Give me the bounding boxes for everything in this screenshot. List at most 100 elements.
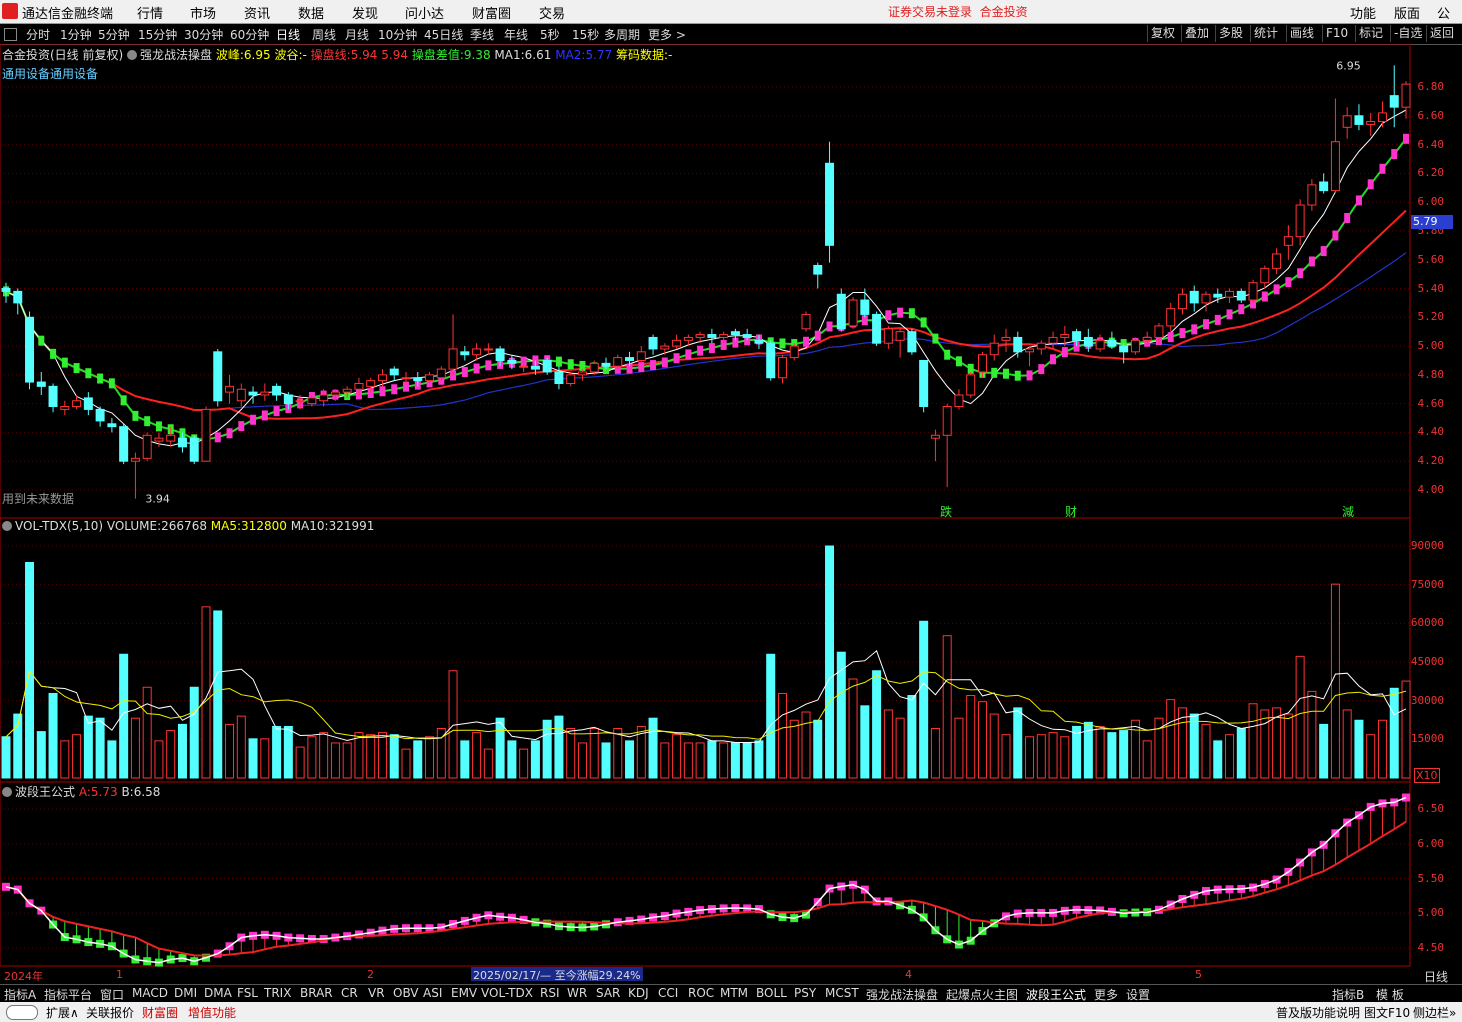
volume-indicator-name[interactable]: VOL-TDX(5,10) xyxy=(15,519,103,533)
toolbar-button-7[interactable]: -自选 xyxy=(1390,25,1425,42)
sidebar-button[interactable]: 侧边栏» xyxy=(1413,1004,1456,1021)
right-menu-item-1[interactable]: 版面 xyxy=(1394,3,1420,22)
toolbar-button-5[interactable]: F10 xyxy=(1322,25,1351,42)
candle-body xyxy=(201,408,211,462)
trend-block xyxy=(1026,370,1033,381)
period-tab-6[interactable]: 日线 xyxy=(276,26,300,43)
toolbar-button-2[interactable]: 多股 xyxy=(1215,25,1246,42)
indicator-tab-10[interactable]: VR xyxy=(368,986,385,1000)
wave-indicator-name[interactable]: 波段王公式 xyxy=(15,785,75,799)
fortune-button[interactable]: 财富圈 xyxy=(142,1004,178,1021)
volume-bar xyxy=(1307,690,1317,779)
indicator-tab-1[interactable]: 指标平台 xyxy=(44,986,92,1003)
indicator-tab-14[interactable]: VOL-TDX xyxy=(481,986,533,1000)
indicator-tab-16[interactable]: WR xyxy=(567,986,587,1000)
indicator-tab-right-0[interactable]: 指标B xyxy=(1332,986,1364,1003)
period-tab-13[interactable]: 5秒 xyxy=(540,26,560,43)
period-tab-12[interactable]: 年线 xyxy=(504,26,528,43)
period-tab-14[interactable]: 15秒 xyxy=(572,26,599,43)
toggle-switch[interactable] xyxy=(6,1005,38,1020)
period-tab-2[interactable]: 5分钟 xyxy=(98,26,130,43)
vas-button[interactable]: 增值功能 xyxy=(188,1004,236,1021)
menu-item-1[interactable]: 市场 xyxy=(190,3,216,22)
period-tab-16[interactable]: 更多 > xyxy=(648,26,686,43)
menu-item-6[interactable]: 财富圈 xyxy=(472,3,511,22)
indicator-tab-27[interactable]: 波段王公式 xyxy=(1026,986,1086,1003)
indicator-tab-13[interactable]: EMV xyxy=(451,986,477,1000)
toolbar-button-3[interactable]: 统计 xyxy=(1250,25,1281,42)
current-price-tag: 5.79 xyxy=(1411,215,1453,229)
menu-item-5[interactable]: 问小达 xyxy=(405,3,444,22)
expand-button[interactable]: 扩展∧ xyxy=(46,1004,79,1021)
menu-item-3[interactable]: 数据 xyxy=(298,3,324,22)
candle-body xyxy=(895,331,905,341)
indicator-tab-23[interactable]: PSY xyxy=(794,986,816,1000)
menu-item-2[interactable]: 资讯 xyxy=(244,3,270,22)
indicator-tab-25[interactable]: 强龙战法操盘 xyxy=(866,986,938,1003)
volume-tick-3: 45000 xyxy=(1410,655,1444,668)
indicator-tab-3[interactable]: MACD xyxy=(132,986,168,1000)
indicator-tab-20[interactable]: ROC xyxy=(688,986,714,1000)
period-tab-8[interactable]: 月线 xyxy=(345,26,369,43)
toolbar-button-1[interactable]: 叠加 xyxy=(1181,25,1212,42)
period-tab-7[interactable]: 周线 xyxy=(312,26,336,43)
indicator-tab-15[interactable]: RSI xyxy=(540,986,560,1000)
period-tab-1[interactable]: 1分钟 xyxy=(60,26,92,43)
period-tab-11[interactable]: 季线 xyxy=(470,26,494,43)
indicator-tab-24[interactable]: MCST xyxy=(825,986,859,1000)
candle-body xyxy=(295,400,305,403)
menu-item-4[interactable]: 发现 xyxy=(352,3,378,22)
indicator-tab-6[interactable]: FSL xyxy=(237,986,258,1000)
period-tab-9[interactable]: 10分钟 xyxy=(378,26,417,43)
indicator-tab-21[interactable]: MTM xyxy=(720,986,748,1000)
period-tab-5[interactable]: 60分钟 xyxy=(230,26,269,43)
volume-menu-icon[interactable] xyxy=(2,521,12,531)
trend-block xyxy=(1179,328,1186,339)
right-menu-item-0[interactable]: 功能 xyxy=(1350,3,1376,22)
period-tab-3[interactable]: 15分钟 xyxy=(138,26,177,43)
toolbar-button-0[interactable]: 复权 xyxy=(1147,25,1178,42)
indicator-tab-18[interactable]: KDJ xyxy=(628,986,649,1000)
menu-item-7[interactable]: 交易 xyxy=(539,3,565,22)
volume-bar xyxy=(25,561,35,779)
indicator-tab-17[interactable]: SAR xyxy=(596,986,620,1000)
related-quotes-button[interactable]: 关联报价 xyxy=(86,1004,134,1021)
toolbar-button-8[interactable]: 返回 xyxy=(1426,25,1457,42)
period-tab-0[interactable]: 分时 xyxy=(26,26,50,43)
indicator-tab-8[interactable]: BRAR xyxy=(300,986,333,1000)
f10-button[interactable]: 图文F10 xyxy=(1364,1004,1410,1021)
indicator-tabs: 指标A 指标平台 窗口 MACD DMI DMA FSL TRIX BRAR CR VR OBV ASI… xyxy=(0,984,1462,1003)
indicator-tab-12[interactable]: ASI xyxy=(423,986,442,1000)
login-notice[interactable]: 证券交易未登录 合金投资 xyxy=(888,3,1028,20)
indicator-tab-26[interactable]: 起爆点火主图 xyxy=(946,986,1018,1003)
trend-block xyxy=(108,378,115,389)
toolbar-button-6[interactable]: 标记 xyxy=(1355,25,1386,42)
indicator-tab-19[interactable]: CCI xyxy=(658,986,678,1000)
indicator-tab-11[interactable]: OBV xyxy=(393,986,419,1000)
wave-menu-icon[interactable] xyxy=(2,787,12,797)
period-tab-10[interactable]: 45日线 xyxy=(424,26,463,43)
indicator-tab-28[interactable]: 更多 xyxy=(1094,986,1118,1003)
menu-item-0[interactable]: 行情 xyxy=(137,3,163,22)
candle-body xyxy=(566,374,576,384)
chart-area[interactable]: 6.95 3.94 xyxy=(0,44,1462,984)
window-toggle-icon[interactable] xyxy=(4,28,17,41)
indicator-tab-0[interactable]: 指标A xyxy=(4,986,36,1003)
indicator-tab-4[interactable]: DMI xyxy=(174,986,197,1000)
trend-block xyxy=(885,310,892,321)
period-tab-15[interactable]: 多周期 xyxy=(604,26,640,43)
indicator-tab-22[interactable]: BOLL xyxy=(756,986,787,1000)
candle-body xyxy=(730,331,740,336)
volume-bar xyxy=(1389,687,1399,779)
period-tab-4[interactable]: 30分钟 xyxy=(184,26,223,43)
indicator-tab-2[interactable]: 窗口 xyxy=(100,986,124,1003)
indicator-tab-9[interactable]: CR xyxy=(341,986,358,1000)
indicator-tab-5[interactable]: DMA xyxy=(204,986,232,1000)
toolbar-button-4[interactable]: 画线 xyxy=(1286,25,1317,42)
function-note-button[interactable]: 普及版功能说明 xyxy=(1276,1004,1360,1021)
indicator-tab-right-1[interactable]: 模 板 xyxy=(1376,986,1404,1003)
indicator-tab-7[interactable]: TRIX xyxy=(264,986,291,1000)
price-tick-1: 6.60 xyxy=(1417,108,1445,122)
date-period[interactable]: 日线 xyxy=(1424,968,1448,985)
indicator-tab-29[interactable]: 设置 xyxy=(1126,986,1150,1003)
